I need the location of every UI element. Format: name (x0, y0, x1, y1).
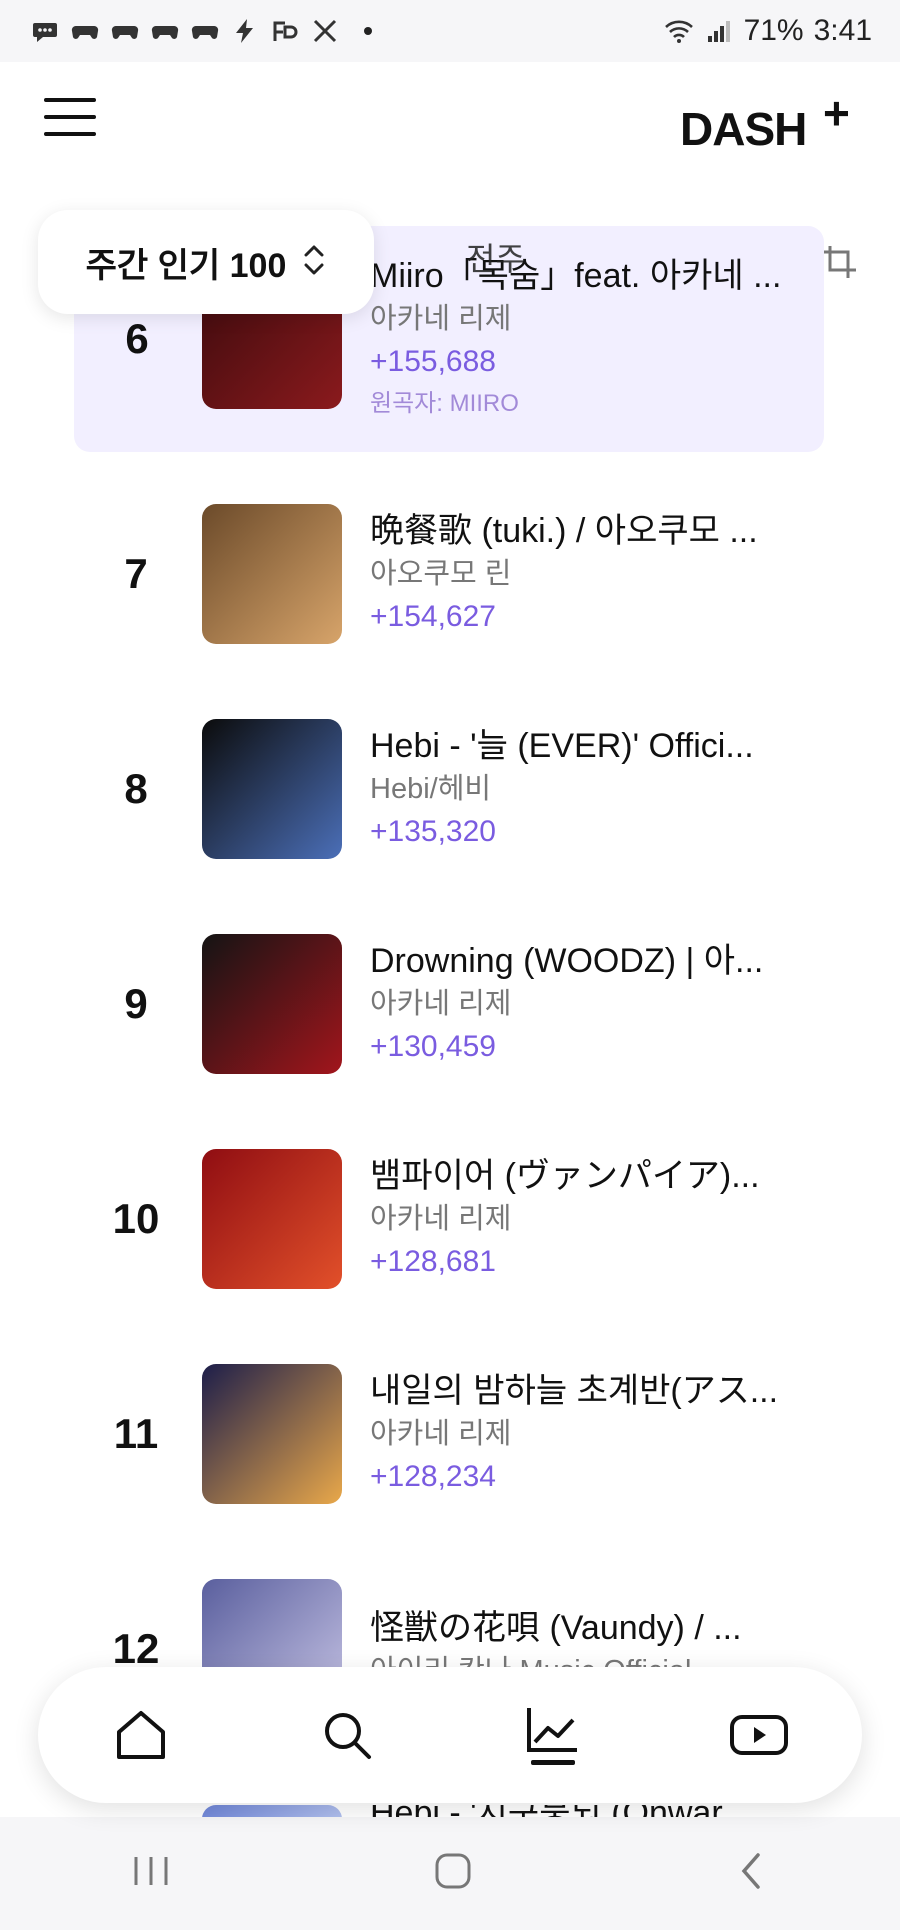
nav-home-button[interactable] (106, 1700, 176, 1770)
chart-selector-dropdown[interactable]: 주간 인기 100 (38, 210, 374, 314)
song-thumbnail[interactable] (202, 718, 342, 859)
back-icon (741, 1853, 760, 1889)
song-artist: Hebi/헤비 (370, 772, 492, 805)
rank-number: 9 (124, 979, 148, 1027)
song-artist: 아카네 리제 (370, 987, 512, 1020)
search-icon (325, 1713, 371, 1759)
battery-percent: 71% (743, 14, 804, 47)
crop-icon[interactable] (820, 242, 860, 282)
view-delta: +154,627 (370, 599, 496, 633)
game-controller-icon (110, 16, 140, 46)
chart-list: 6 Miiro「목숨」feat. 아카네 ... 아카네 리제 +155,688 원곡자… (0, 226, 900, 1756)
song-thumbnail[interactable] (202, 503, 342, 644)
song-thumbnail[interactable] (202, 1363, 342, 1504)
game-controller-icon (70, 16, 100, 46)
view-delta: +155,688 (370, 345, 496, 378)
song-artist: 아오쿠모 린 (370, 557, 512, 590)
home-pill-icon (435, 1853, 471, 1889)
chart-row[interactable]: 11 내일의 밤하늘 초계반(アス... 아카네 리제 +128,234 (0, 1326, 900, 1541)
next-row-peek: Hebi - '지구붕되 (Onwar... (0, 1805, 900, 1817)
song-title: 怪獣の花唄 (Vaundy) / ... (370, 1608, 742, 1647)
menu-icon (44, 98, 96, 102)
compare-overlay-label: 전주 (466, 241, 525, 277)
home-icon (117, 1711, 165, 1759)
song-title: 뱀파이어 (ヴァンパイア)... (370, 1156, 760, 1195)
notification-icons (30, 16, 372, 46)
game-controller-icon (190, 16, 220, 46)
chart-icon (527, 1708, 577, 1765)
x-icon (310, 16, 340, 46)
nav-youtube-button[interactable] (724, 1700, 794, 1770)
signal-icon (704, 16, 734, 46)
chart-row[interactable]: 9 Drowning (WOODZ) | 아... 아카네 리제 +130,459 (0, 896, 900, 1111)
chart-selector-title: 주간 인기 100 (85, 246, 287, 285)
rank-number: 7 (124, 549, 148, 597)
view-delta: +128,234 (370, 1459, 496, 1493)
song-meta: 뱀파이어 (ヴァンパイア)... 아카네 리제 +128,681 (370, 1154, 800, 1284)
song-title: 내일의 밤하늘 초계반(アス... (370, 1371, 779, 1410)
recents-icon (134, 1857, 168, 1885)
recents-button[interactable] (128, 1851, 174, 1896)
song-thumbnail[interactable] (202, 933, 342, 1074)
logo-text: DASH (680, 103, 807, 155)
rank-number: 8 (124, 764, 148, 812)
song-meta: 내일의 밤하늘 초계반(アス... 아카네 리제 +128,234 (370, 1369, 800, 1499)
song-meta: Miiro「목숨」feat. 아카네 ... 아카네 리제 +155,688 원곡자:… (370, 254, 800, 424)
nav-chart-button[interactable] (518, 1700, 588, 1770)
song-thumbnail (202, 1805, 342, 1817)
song-meta: Drowning (WOODZ) | 아... 아카네 리제 +130,459 (370, 939, 800, 1069)
song-title: Hebi - '늘 (EVER)' Offici... (370, 726, 754, 765)
song-artist: 아카네 리제 (370, 1417, 512, 1450)
song-title: Drowning (WOODZ) | 아... (370, 941, 764, 980)
view-delta: +130,459 (370, 1029, 496, 1063)
logo-plus: + (823, 87, 850, 139)
home-system-button[interactable] (431, 1849, 475, 1898)
rank-number: 11 (113, 1409, 159, 1457)
song-artist: 아카네 리제 (370, 1202, 512, 1235)
wifi-icon (664, 16, 694, 46)
more-notifications-dot (364, 27, 372, 35)
chevron-up-down-icon (302, 241, 326, 284)
song-meta: 晩餐歌 (tuki.) / 아오쿠모 ... 아오쿠모 린 +154,627 (370, 509, 800, 639)
song-title: Miiro「목숨」feat. 아카네 ... (370, 257, 782, 295)
bottom-navigation (38, 1667, 862, 1803)
app-screen: DASH + 주간 인기 100 6 Miiro「목숨」feat. 아카네 ...… (0, 62, 900, 1817)
dash-logo[interactable]: DASH + (680, 87, 860, 168)
menu-icon-line (44, 115, 96, 119)
bolt-icon (230, 16, 260, 46)
song-title: Hebi - '지구붕되 (Onwar... (370, 1805, 749, 1817)
clock: 3:41 (813, 14, 872, 47)
chart-row[interactable]: 10 뱀파이어 (ヴァンパイア)... 아카네 리제 +128,681 (0, 1111, 900, 1326)
app-header: DASH + (0, 62, 900, 182)
original-artist: 원곡자: MIIRO (370, 390, 519, 417)
chat-icon (30, 16, 60, 46)
chart-row[interactable]: 8 Hebi - '늘 (EVER)' Offici... Hebi/헤비 +135,… (0, 681, 900, 896)
menu-icon-line (44, 132, 96, 136)
status-bar: 71% 3:41 (0, 0, 900, 62)
chart-row[interactable]: 7 晩餐歌 (tuki.) / 아오쿠모 ... 아오쿠모 린 +154,627 (0, 466, 900, 681)
back-button[interactable] (732, 1849, 772, 1898)
view-delta: +135,320 (370, 814, 496, 848)
view-delta: +128,681 (370, 1244, 496, 1278)
song-meta: Hebi - '늘 (EVER)' Offici... Hebi/헤비 +135,3… (370, 724, 800, 854)
menu-button[interactable] (44, 98, 96, 144)
rank-number: 10 (112, 1194, 160, 1242)
nav-search-button[interactable] (312, 1700, 382, 1770)
app-icon (270, 16, 300, 46)
song-thumbnail[interactable] (202, 1148, 342, 1289)
youtube-icon (730, 1715, 788, 1755)
game-controller-icon (150, 16, 180, 46)
system-navigation-bar (0, 1817, 900, 1930)
song-artist: 아카네 리제 (370, 303, 512, 335)
song-title: 晩餐歌 (tuki.) / 아오쿠모 ... (370, 511, 758, 550)
